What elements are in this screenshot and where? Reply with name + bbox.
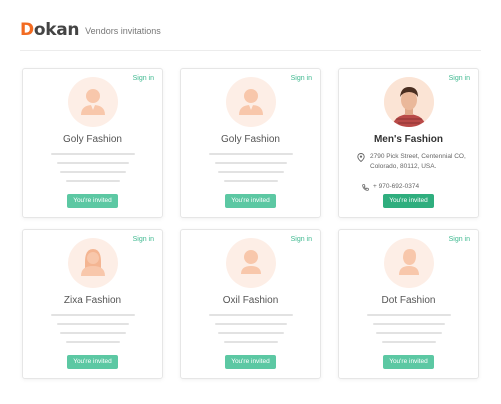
- placeholder-lines: [23, 153, 162, 189]
- vendor-card: Sign in Goly Fashion You're invited: [22, 68, 163, 218]
- vendor-card: Sign in Goly Fashion You're invited: [180, 68, 321, 218]
- vendor-phone: + 970-692-0374: [373, 183, 420, 190]
- placeholder-lines: [181, 314, 320, 350]
- invited-badge[interactable]: You're invited: [383, 355, 434, 369]
- user-avatar-icon: [226, 238, 276, 288]
- vendor-name: Oxil Fashion: [222, 295, 279, 306]
- sign-in-link[interactable]: Sign in: [291, 75, 312, 82]
- header-divider: [20, 50, 481, 51]
- female-avatar-icon: [68, 238, 118, 288]
- invited-badge[interactable]: You're invited: [225, 194, 276, 208]
- sign-in-link[interactable]: Sign in: [449, 236, 470, 243]
- page-header: Dokan Vendors invitations: [20, 16, 161, 44]
- placeholder-lines: [23, 314, 162, 350]
- phone-icon: [362, 183, 369, 191]
- vendor-card: Sign in Zixa Fashion You're invited: [22, 229, 163, 379]
- vendor-photo: [384, 77, 434, 127]
- vendor-card: Sign in Dot Fashion You're invited: [338, 229, 479, 379]
- invited-badge[interactable]: You're invited: [225, 355, 276, 369]
- vendor-name: Goly Fashion: [221, 134, 280, 145]
- dokan-logo[interactable]: Dokan: [20, 20, 79, 40]
- sign-in-link[interactable]: Sign in: [133, 236, 154, 243]
- vendor-card: Sign in Oxil Fashion You're invited: [180, 229, 321, 379]
- male-avatar-icon: [68, 77, 118, 127]
- placeholder-lines: [181, 153, 320, 189]
- sign-in-link[interactable]: Sign in: [449, 75, 470, 82]
- vendor-address: 2790 Pick Street, Centennial CO, Colorad…: [370, 153, 466, 170]
- user-avatar-icon: [384, 238, 434, 288]
- invited-badge[interactable]: You're invited: [67, 355, 118, 369]
- sign-in-link[interactable]: Sign in: [291, 236, 312, 243]
- page-title: Vendors invitations: [85, 26, 161, 36]
- sign-in-link[interactable]: Sign in: [133, 75, 154, 82]
- vendor-contact: 2790 Pick Street, Centennial CO, Colorad…: [357, 152, 472, 192]
- vendor-name: Goly Fashion: [63, 134, 122, 145]
- placeholder-lines: [339, 314, 478, 350]
- vendor-name: Zixa Fashion: [63, 295, 122, 306]
- male-avatar-icon: [226, 77, 276, 127]
- vendor-name: Dot Fashion: [381, 295, 436, 306]
- invited-badge[interactable]: You're invited: [67, 194, 118, 208]
- vendor-card: Sign in Men's Fashion 2790 Pick Street, …: [338, 68, 479, 218]
- location-pin-icon: [357, 153, 365, 162]
- vendor-name: Men's Fashion: [373, 134, 444, 145]
- invited-badge[interactable]: You're invited: [383, 194, 434, 208]
